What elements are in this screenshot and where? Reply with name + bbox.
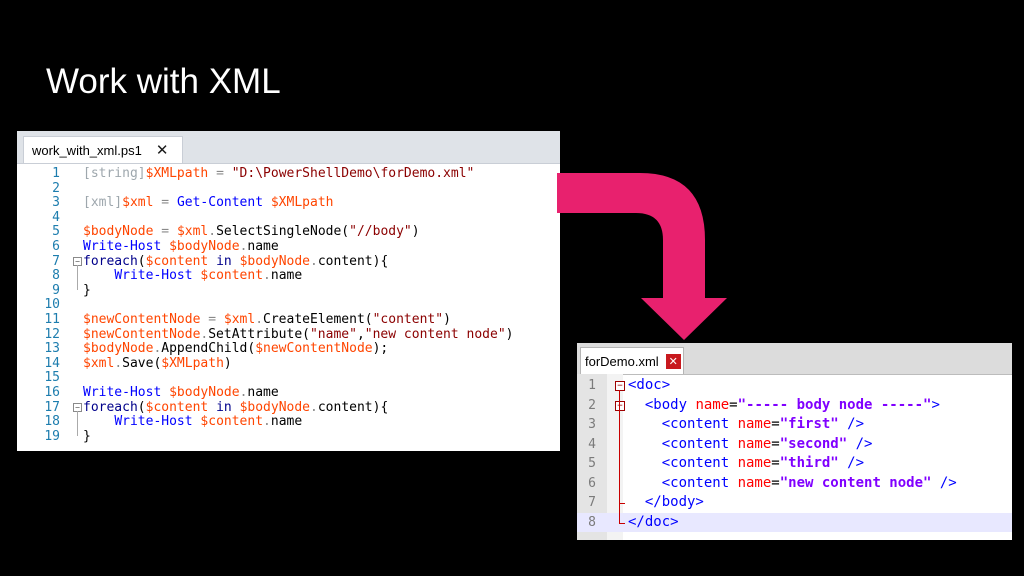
close-icon[interactable]: ✕ [665,353,681,369]
code-text: <content name="third" /> [628,455,865,471]
code-line[interactable]: 3 <content name="first" /> [577,415,1012,435]
line-number: 5 [588,456,596,471]
line-number: 3 [588,417,596,432]
code-line[interactable]: 2 − <body name="----- body node -----"> [577,396,1012,416]
code-text: <content name="second" /> [628,435,873,452]
code-text: </doc> [628,513,679,530]
collapse-icon[interactable]: − [615,400,625,411]
line-number: 2 [588,397,596,413]
code-line[interactable]: 4 <content name="second" /> [577,435,1012,455]
collapse-icon[interactable]: − [615,381,625,391]
line-number: 6 [588,475,596,491]
tab-fordemo-xml[interactable]: forDemo.xml ✕ [580,347,684,374]
code-text: <body name="----- body node -----"> [628,396,940,413]
curved-arrow-icon [557,173,727,340]
code-line[interactable]: 7 </body> [577,493,1012,513]
code-line[interactable]: 1 − <doc> [577,376,1012,396]
code-line[interactable]: 5 <content name="third" /> [577,454,1012,474]
code-text: </body> [628,494,704,510]
code-text: <content name="first" /> [628,416,865,432]
tab-label: forDemo.xml [585,353,659,369]
fold-end-marker [619,522,625,524]
code-line[interactable]: 6 <content name="new content node" /> [577,474,1012,494]
code-text: <content name="new content node" /> [628,474,957,491]
code-line[interactable]: 8 </doc> [577,512,1012,532]
code-text: <doc> [628,377,671,393]
line-number: 4 [588,436,596,452]
line-number: 7 [588,495,596,510]
line-number: 8 [588,514,596,530]
line-number: 1 [588,378,596,393]
notepadpp-editor-panel: forDemo.xml ✕ 1 −<doc> 2 − <body name="----… [577,343,1012,540]
fold-end-marker [619,503,625,504]
npp-tab-bar: forDemo.xml ✕ [577,343,1012,375]
